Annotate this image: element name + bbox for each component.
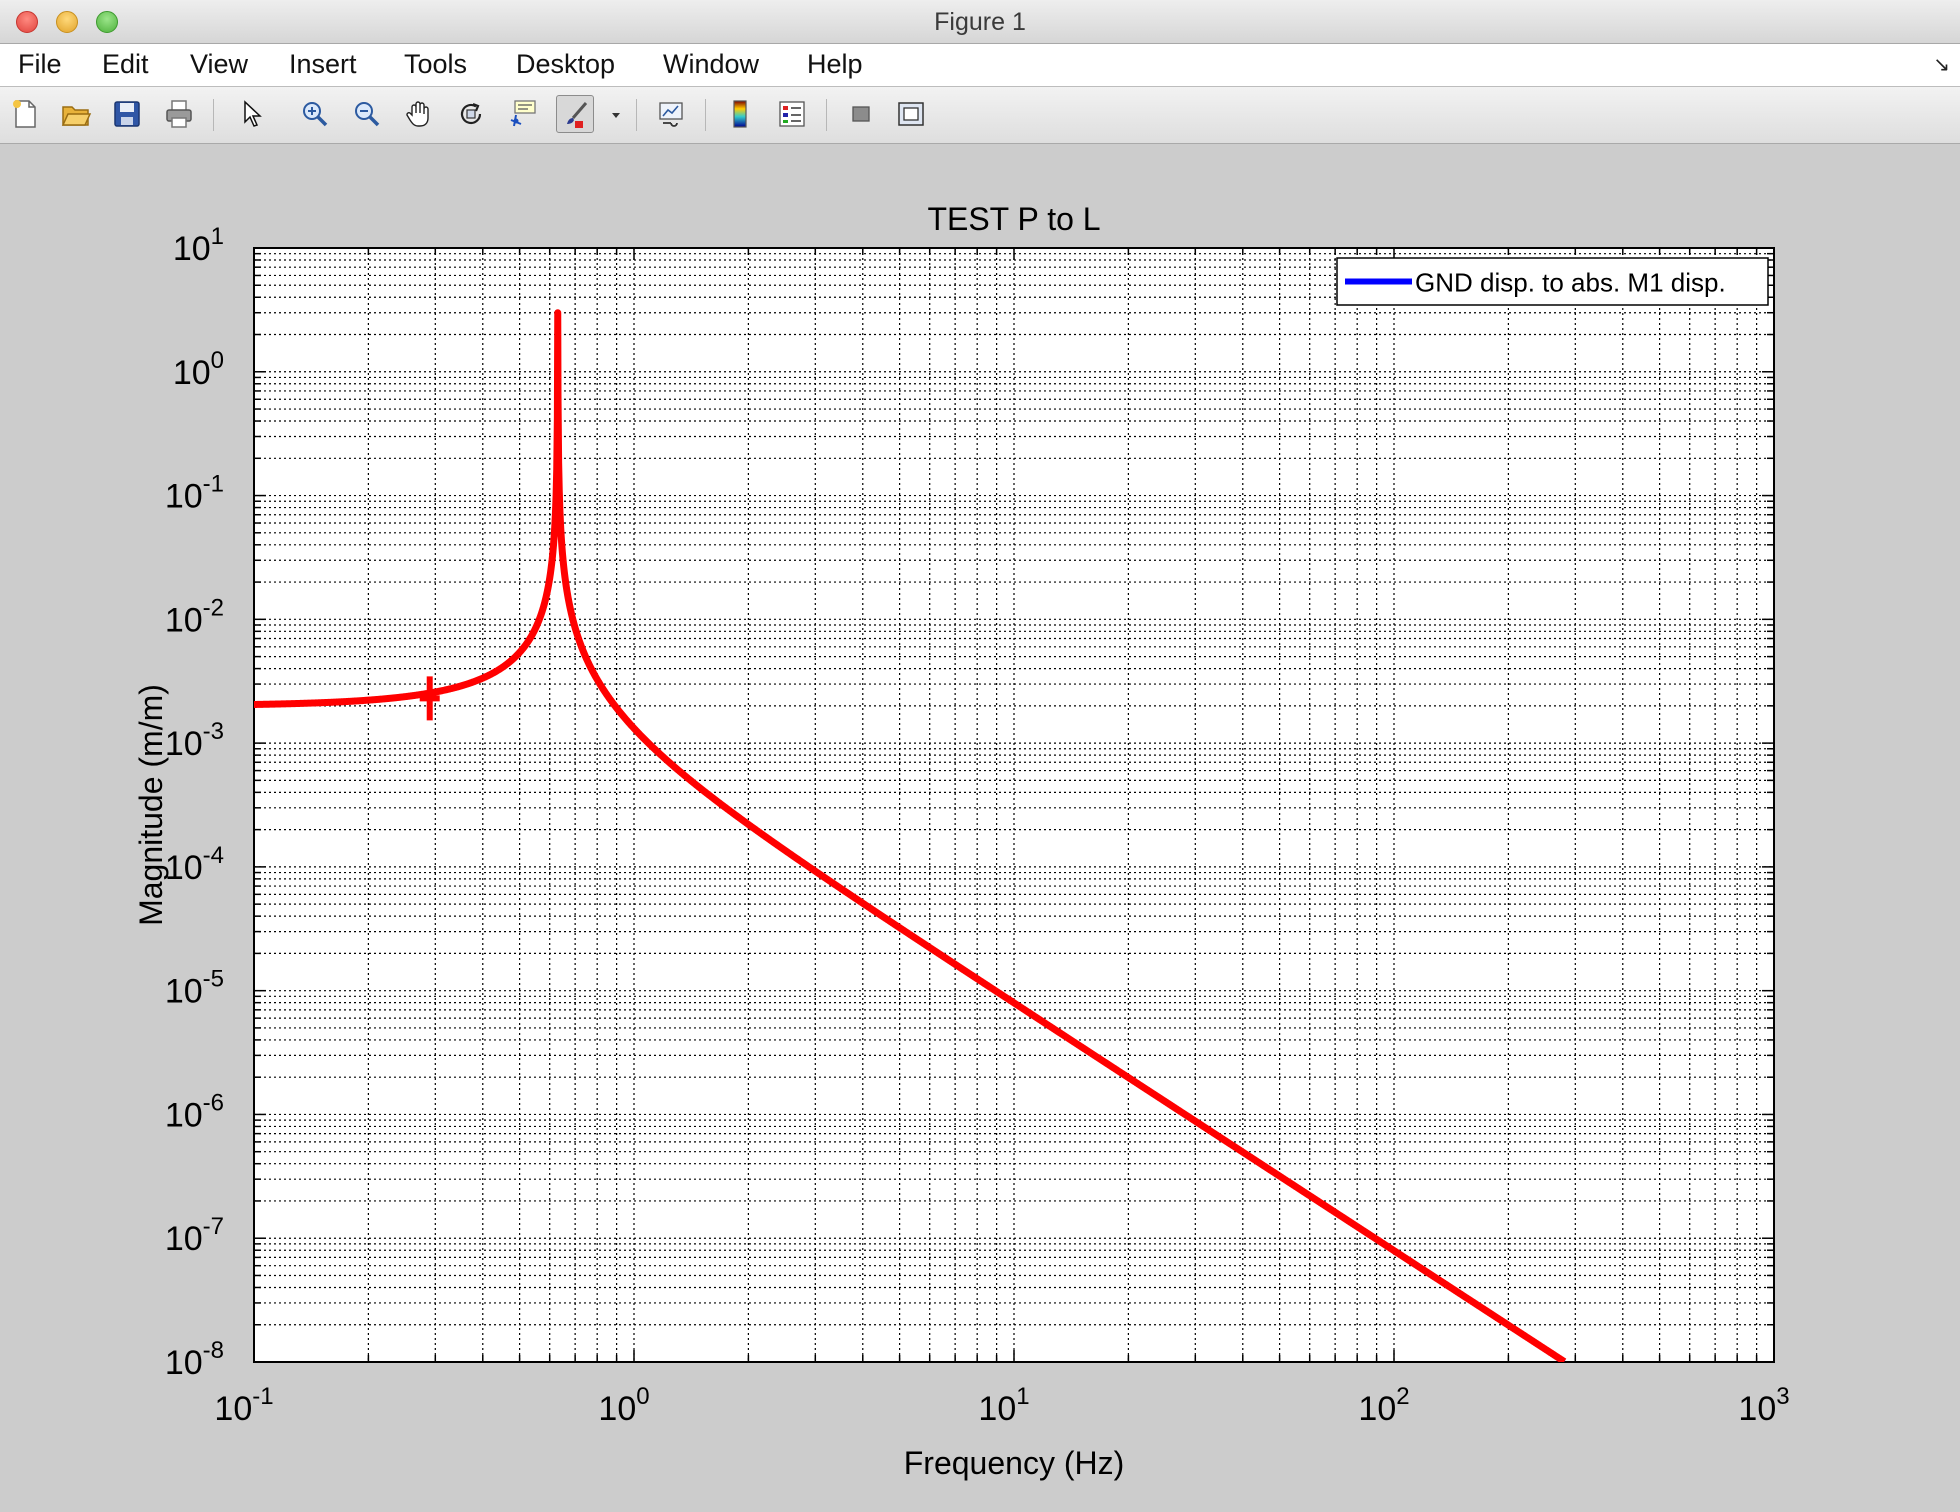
x-tick-label: 10-1 [214, 1383, 273, 1428]
save-icon[interactable] [108, 95, 146, 133]
window-title: Figure 1 [934, 8, 1026, 36]
figure-toolbar [0, 87, 1960, 144]
menu-edit[interactable]: Edit [102, 49, 149, 80]
new-figure-icon[interactable] [6, 95, 44, 133]
rotate-3d-icon[interactable] [452, 95, 490, 133]
link-plot-icon[interactable] [652, 95, 690, 133]
y-tick-label: 10-5 [165, 966, 224, 1011]
zoom-in-icon[interactable] [296, 95, 334, 133]
y-axis-label: Magnitude (m/m) [133, 684, 169, 926]
print-icon[interactable] [160, 95, 198, 133]
bode-magnitude-plot[interactable]: 10-1 100 101 102 103 10-8 10-7 10-6 10-5 10-4 10-3… [0, 144, 1960, 1512]
data-cursor-icon[interactable] [504, 95, 542, 133]
pan-hand-icon[interactable] [400, 95, 438, 133]
hide-plot-tools-icon[interactable] [842, 95, 880, 133]
matlab-figure-window: Figure 1 File Edit View Insert Tools Des… [0, 0, 1960, 1512]
y-tick-label: 10-4 [165, 842, 224, 887]
menu-desktop[interactable]: Desktop [516, 49, 615, 80]
y-tick-label: 10-8 [165, 1337, 224, 1382]
menu-file[interactable]: File [18, 49, 62, 80]
y-tick-label: 10-2 [165, 594, 224, 639]
menu-insert[interactable]: Insert [289, 49, 357, 80]
menu-help[interactable]: Help [807, 49, 863, 80]
open-file-icon[interactable] [57, 95, 95, 133]
colorbar-icon[interactable] [721, 95, 759, 133]
y-tick-label: 10-3 [165, 718, 224, 763]
zoom-out-icon[interactable] [348, 95, 386, 133]
menu-tools[interactable]: Tools [404, 49, 467, 80]
y-tick-label: 10-1 [165, 471, 224, 516]
menu-bar: File Edit View Insert Tools Desktop Wind… [0, 44, 1960, 87]
menu-view[interactable]: View [190, 49, 248, 80]
y-tick-label: 10-6 [165, 1089, 224, 1134]
x-tick-label: 103 [1738, 1383, 1789, 1428]
dock-arrow-icon[interactable]: ↘ [1933, 52, 1950, 77]
select-arrow-icon[interactable] [232, 95, 270, 133]
y-tick-label: 101 [173, 223, 224, 268]
brush-dropdown-icon[interactable] [604, 95, 628, 133]
legend-label: GND disp. to abs. M1 disp. [1415, 268, 1726, 298]
brush-icon[interactable] [556, 95, 594, 133]
x-tick-label: 101 [978, 1383, 1029, 1428]
x-tick-label: 102 [1358, 1383, 1409, 1428]
legend-icon[interactable] [773, 95, 811, 133]
title-bar[interactable]: Figure 1 [0, 0, 1960, 44]
chart-title: TEST P to L [927, 201, 1100, 237]
figure-canvas[interactable]: 10-1 100 101 102 103 10-8 10-7 10-6 10-5 10-4 10-3… [0, 144, 1960, 1512]
menu-window[interactable]: Window [663, 49, 759, 80]
x-axis-label: Frequency (Hz) [904, 1445, 1125, 1481]
show-plot-tools-icon[interactable] [892, 95, 930, 133]
x-tick-label: 100 [598, 1383, 649, 1428]
y-tick-label: 100 [173, 347, 224, 392]
y-tick-label: 10-7 [165, 1213, 224, 1258]
